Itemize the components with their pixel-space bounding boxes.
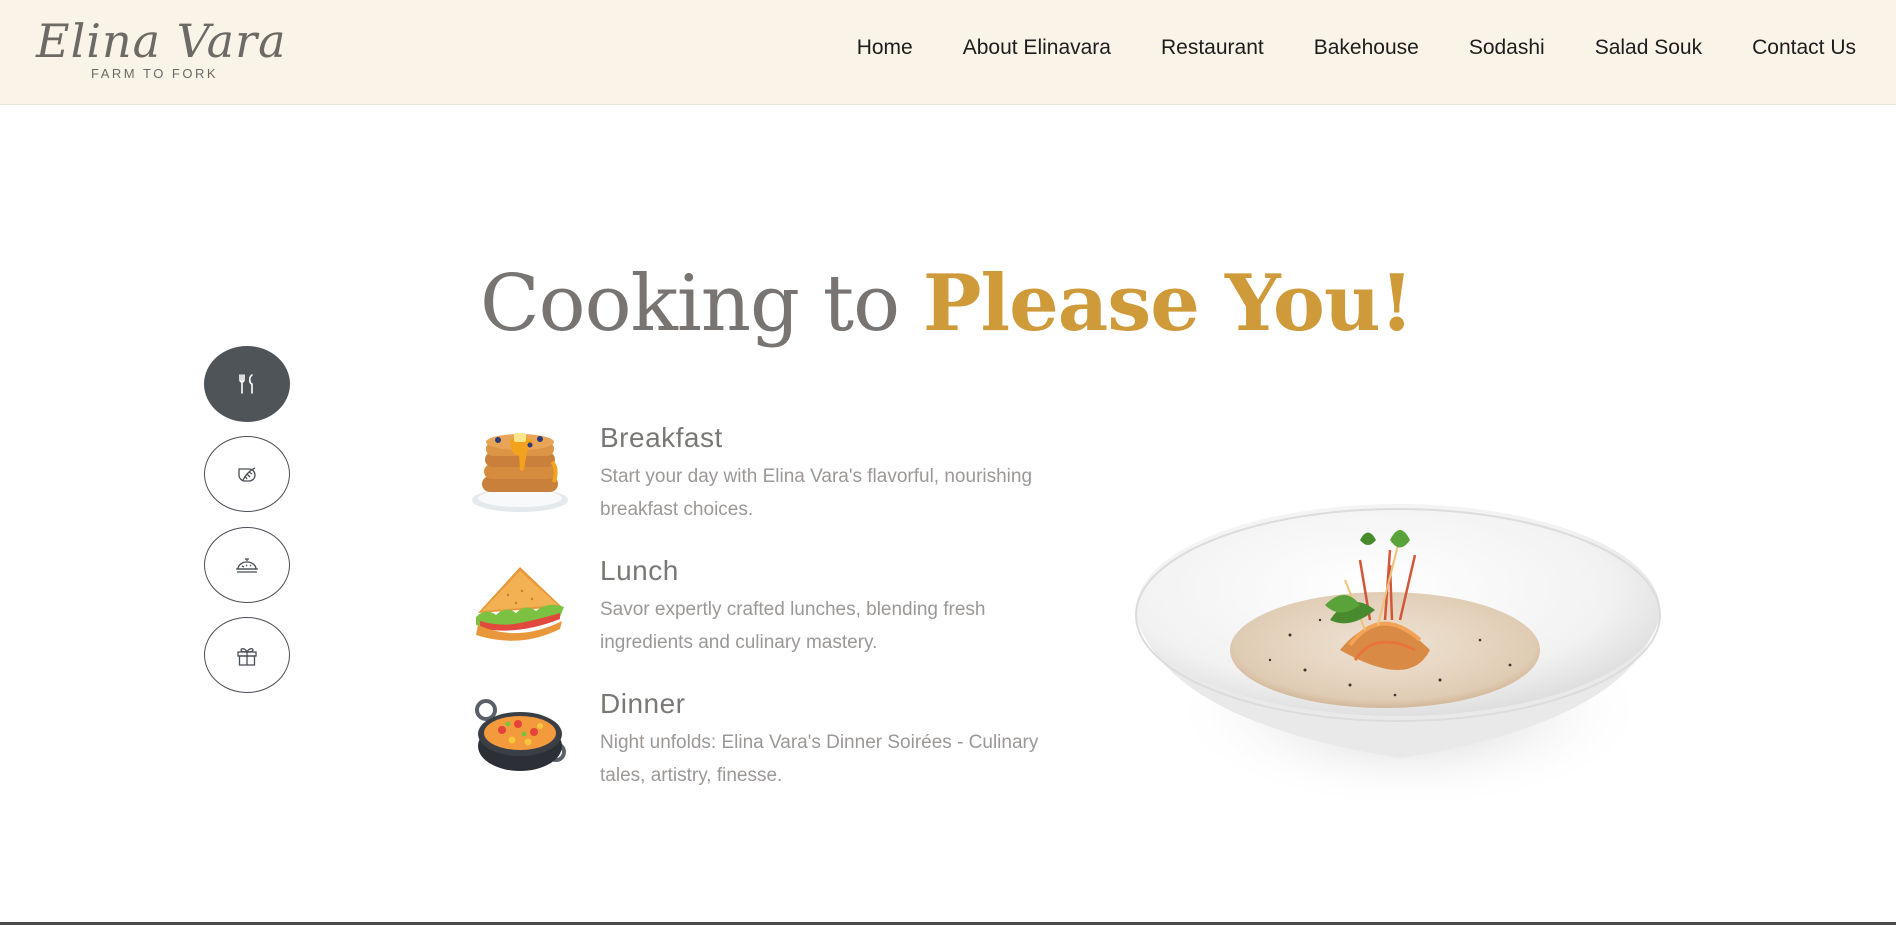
category-button-vegetarian[interactable] (204, 436, 290, 512)
meal-title: Breakfast (600, 422, 723, 453)
gift-icon (237, 648, 257, 666)
nav-salad-souk[interactable]: Salad Souk (1595, 36, 1702, 60)
sandwich-icon (476, 567, 564, 641)
meal-description: Savor expertly crafted lunches, blending… (600, 599, 986, 653)
meal-title: Dinner (600, 688, 686, 719)
cutlery-icon (239, 374, 253, 394)
leaf-icon (238, 467, 256, 482)
category-button-menu[interactable] (204, 346, 290, 422)
cloche-icon (236, 558, 258, 573)
page-headline: Cooking to Please You! (480, 258, 1414, 349)
nav-restaurant[interactable]: Restaurant (1161, 36, 1264, 60)
category-button-catering[interactable] (204, 527, 290, 603)
meal-item-dinner[interactable]: Dinner Night unfolds: Elina Vara's Dinne… (470, 688, 1070, 798)
nav-sodashi[interactable]: Sodashi (1469, 36, 1545, 60)
brand-logo[interactable]: Elina Vara FARM TO FORK (36, 14, 286, 84)
site-header: Elina Vara FARM TO FORK Home About Elina… (0, 0, 1896, 105)
logo-script: Elina Vara (36, 14, 287, 68)
headline-part-1: Cooking to (480, 259, 923, 349)
category-button-gifts[interactable] (204, 617, 290, 693)
nav-home[interactable]: Home (857, 36, 913, 60)
nav-contact-us[interactable]: Contact Us (1752, 36, 1856, 60)
nav-about-elinavara[interactable]: About Elinavara (963, 36, 1111, 60)
pancakes-icon (472, 433, 568, 512)
headline-accent: Please You! (922, 258, 1414, 349)
meal-description: Start your day with Elina Vara's flavorf… (600, 466, 1033, 520)
meal-item-lunch[interactable]: Lunch Savor expertly crafted lunches, bl… (470, 555, 1070, 665)
logo-tagline: FARM TO FORK (91, 66, 219, 81)
nav-bakehouse[interactable]: Bakehouse (1314, 36, 1419, 60)
meal-description: Night unfolds: Elina Vara's Dinner Soiré… (600, 732, 1039, 786)
soup-bowl-image (1135, 504, 1661, 810)
main-nav: Home About Elinavara Restaurant Bakehous… (857, 36, 1856, 60)
pot-icon (475, 699, 566, 771)
meal-item-breakfast[interactable]: Breakfast Start your day with Elina Vara… (470, 422, 1070, 532)
meal-title: Lunch (600, 555, 679, 586)
